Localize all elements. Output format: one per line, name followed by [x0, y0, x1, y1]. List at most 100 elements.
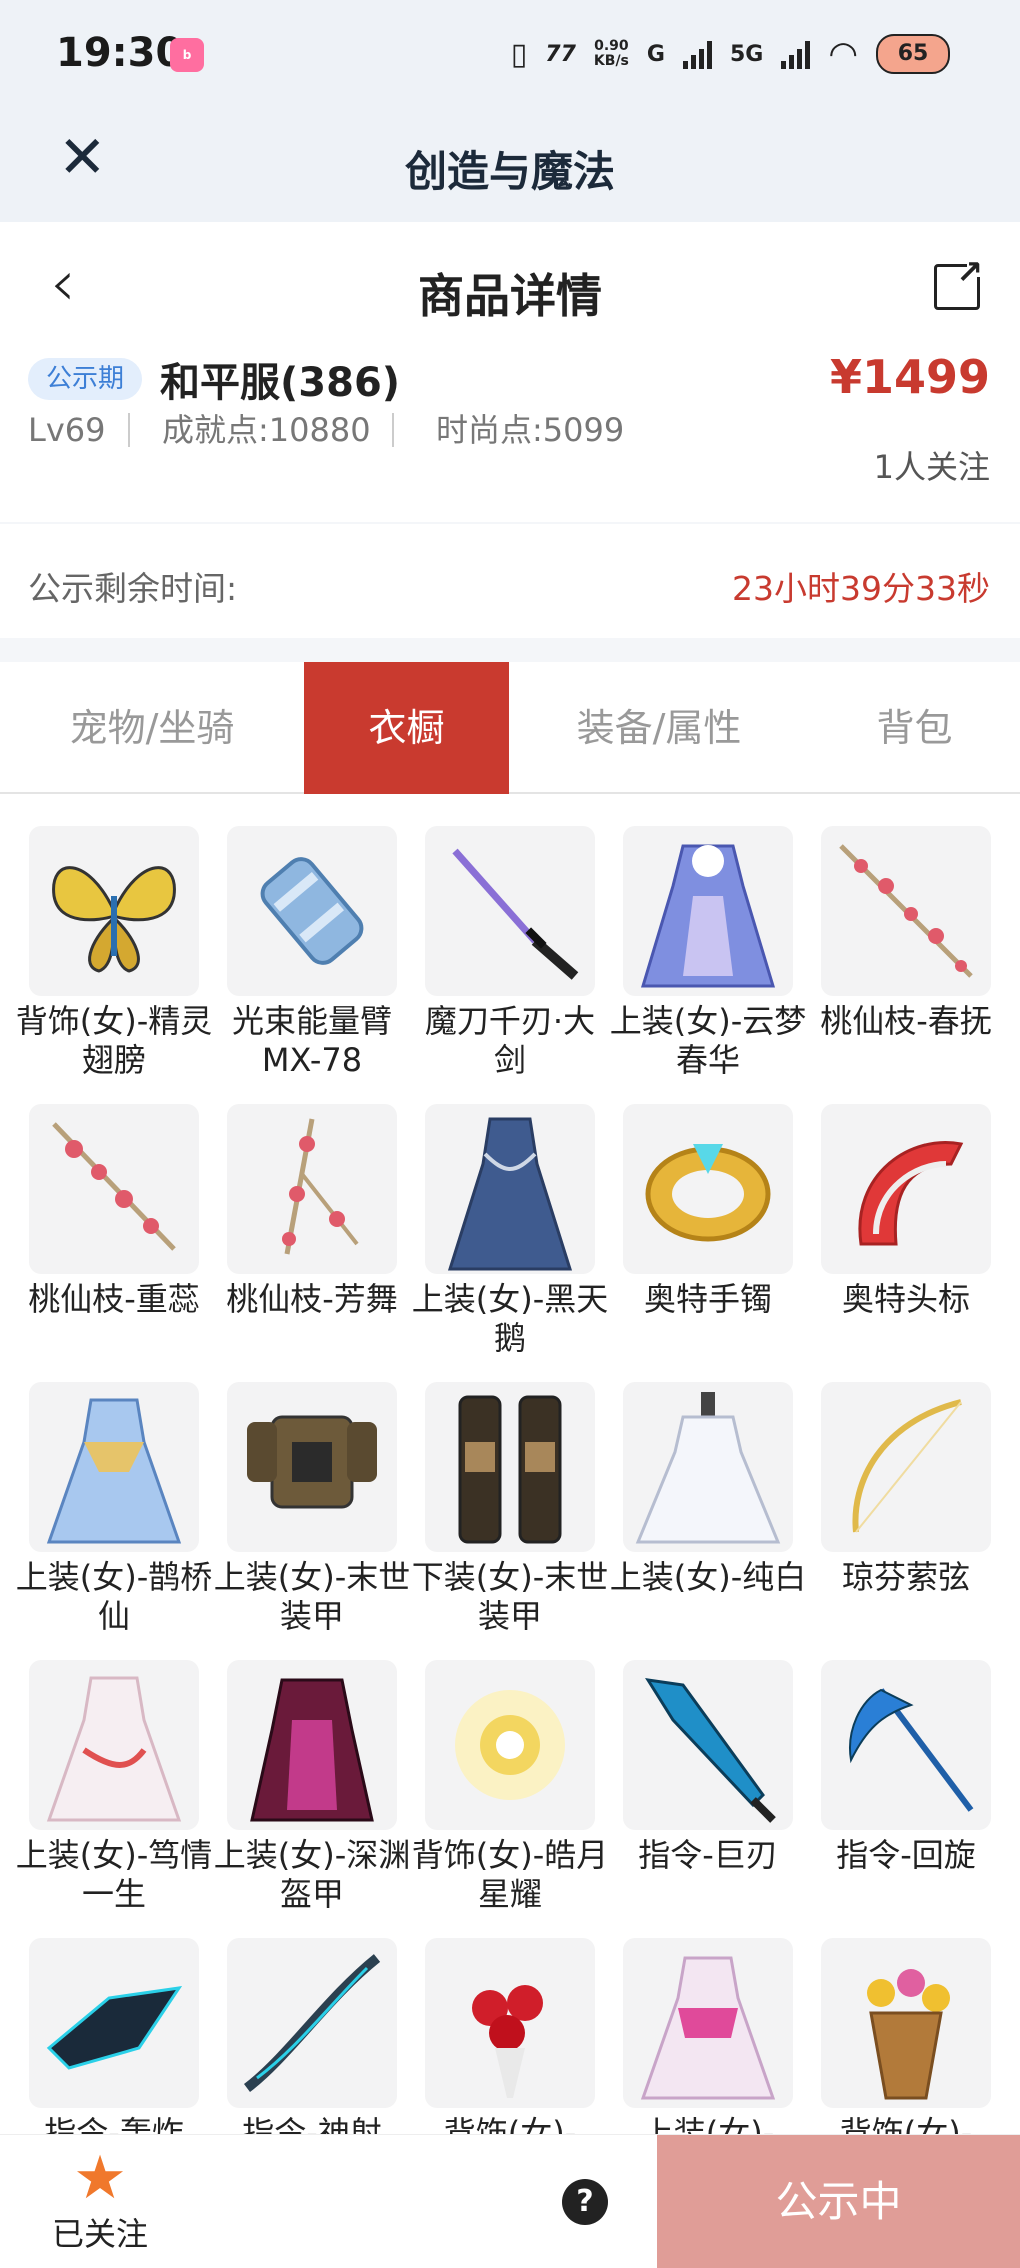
list-item[interactable]: 上装(女)-深渊盔甲 [214, 1660, 410, 1914]
item-name: 上装(女)-鹊桥仙 [15, 1558, 213, 1635]
list-item[interactable]: 上装(女)-云梦春华 [610, 826, 806, 1080]
item-name: 魔刀千刃·大剑 [424, 1002, 596, 1079]
list-item[interactable]: 奥特头标 [821, 1104, 991, 1319]
app-header: ✕ 创造与魔法 [0, 110, 1020, 222]
drone-icon [29, 1938, 199, 2108]
rose-bouquet-icon [425, 1938, 595, 2108]
headpiece-icon [821, 1104, 991, 1274]
list-item[interactable]: 奥特手镯 [623, 1104, 793, 1319]
tab-wardrobe[interactable]: 衣橱 [304, 662, 509, 794]
category-tabs: 宠物/坐骑 衣橱 装备/属性 背包 [0, 662, 1020, 794]
bow-icon [227, 1938, 397, 2108]
divider [392, 413, 394, 447]
list-item[interactable]: 桃仙枝-芳舞 [226, 1104, 398, 1319]
list-item[interactable]: 上装(女)-鹊桥仙 [16, 1382, 212, 1636]
katana-icon [425, 826, 595, 996]
list-item[interactable]: 桃仙枝-春抚 [820, 826, 992, 1041]
item-name: 上装(女)-黑天鹅 [411, 1280, 609, 1357]
bow-icon [821, 1382, 991, 1552]
publicity-button[interactable]: 公示中 [657, 2135, 1020, 2268]
list-item[interactable]: 琼芬萦弦 [821, 1382, 991, 1597]
item-name: 桃仙枝-芳舞 [226, 1280, 398, 1318]
item-name: 背饰(女)- [839, 2114, 973, 2134]
dress-icon [29, 1382, 199, 1552]
countdown-value: 23小时39分33秒 [732, 569, 990, 608]
item-name: 上装(女)-笃情一生 [15, 1836, 213, 1913]
item-name: 背饰(女)-精灵翅膀 [15, 1002, 213, 1079]
list-item[interactable]: 上装(女)-末世装甲 [214, 1382, 410, 1636]
tab-pets-mounts[interactable]: 宠物/坐骑 [0, 662, 304, 794]
list-item[interactable]: 背饰(女)- [821, 1938, 991, 2134]
list-item[interactable]: 背饰(女)-皓月星耀 [412, 1660, 608, 1914]
list-item[interactable]: 上装(女)-黑天鹅 [412, 1104, 608, 1358]
list-item[interactable]: 上装(女)-笃情一生 [16, 1660, 212, 1914]
item-name: 上装(女)-深渊盔甲 [213, 1836, 411, 1913]
item-name: 指令-神射 [242, 2114, 382, 2134]
list-item[interactable]: 上装(女)-纯白 [610, 1382, 806, 1597]
achievement-points: 成就点:10880 [162, 411, 371, 449]
item-name: 琼芬萦弦 [841, 1558, 970, 1596]
share-icon[interactable]: ↗ [934, 253, 987, 310]
nfc-icon: 77 [545, 41, 576, 67]
signal-icon [682, 39, 712, 69]
blade-icon [623, 1660, 793, 1830]
list-item[interactable]: 指令-神射 [227, 1938, 397, 2134]
status-icons: ▯ 77 0.90 KB/s G 5G ◠ 65 [511, 34, 950, 74]
list-item[interactable]: 下装(女)-末世装甲 [412, 1382, 608, 1636]
app-title: 创造与魔法 [404, 147, 615, 196]
item-name: 光束能量臂MX-78 [231, 1002, 392, 1079]
wifi-icon: ◠ [828, 34, 858, 74]
item-name: 奥特手镯 [643, 1280, 772, 1318]
fashion-points: 时尚点:5099 [436, 411, 625, 449]
list-item[interactable]: 上装(女)- [623, 1938, 793, 2134]
item-name: 指令-巨刃 [638, 1836, 778, 1874]
bilibili-icon: b [170, 38, 204, 72]
help-icon[interactable]: ? [562, 2179, 608, 2225]
dress-icon [623, 1938, 793, 2108]
item-name: 指令-回旋 [836, 1836, 976, 1874]
item-name: 桃仙枝-重蕊 [28, 1280, 200, 1318]
wardrobe-grid: 背饰(女)-精灵翅膀 光束能量臂MX-78 魔刀千刃·大剑 上装(女)-云梦春华… [0, 794, 1020, 2134]
item-name: 奥特头标 [841, 1280, 970, 1318]
dress-icon [623, 826, 793, 996]
item-name: 上装(女)-云梦春华 [609, 1002, 807, 1079]
peach-branch-icon [227, 1104, 397, 1274]
list-item[interactable]: 指令-回旋 [821, 1660, 991, 1875]
scythe-icon [821, 1660, 991, 1830]
status-bar: 19:30 b ▯ 77 0.90 KB/s G 5G ◠ 65 [0, 0, 1020, 110]
bracelet-icon [623, 1104, 793, 1274]
network-type-5g: 5G [729, 41, 764, 67]
follower-count: 1人关注 [873, 448, 990, 486]
moon-orb-icon [425, 1660, 595, 1830]
countdown-label: 公示剩余时间: [28, 569, 238, 608]
status-badge: 公示期 [28, 358, 143, 400]
list-item[interactable]: 背饰(女)- [425, 1938, 595, 2134]
item-name: 上装(女)- [641, 2114, 775, 2134]
network-type-g: G [646, 41, 665, 67]
list-item[interactable]: 桃仙枝-重蕊 [28, 1104, 200, 1319]
butterfly-wings-icon [29, 826, 199, 996]
list-item[interactable]: 背饰(女)-精灵翅膀 [16, 826, 212, 1080]
list-item[interactable]: 指令-轰炸 [29, 1938, 199, 2134]
item-name: 指令-轰炸 [44, 2114, 184, 2134]
item-name: 背饰(女)- [443, 2114, 577, 2134]
energy-arm-icon [227, 826, 397, 996]
battery-icon: 65 [876, 34, 950, 74]
flower-basket-icon [821, 1938, 991, 2108]
list-item[interactable]: 魔刀千刃·大剑 [425, 826, 595, 1080]
page-title: 商品详情 [418, 269, 602, 323]
vibrate-icon: ▯ [510, 36, 528, 72]
follow-label: 已关注 [51, 2215, 148, 2253]
list-item[interactable]: 指令-巨刃 [623, 1660, 793, 1875]
tab-backpack[interactable]: 背包 [809, 662, 1020, 794]
price: ¥1499 [829, 350, 990, 404]
list-item[interactable]: 光束能量臂MX-78 [227, 826, 397, 1080]
net-speed: 0.90 KB/s [593, 38, 629, 69]
peach-branch-icon [29, 1104, 199, 1274]
follow-button[interactable]: ★ 已关注 [40, 2143, 160, 2255]
bottom-bar: ★ 已关注 ? 公示中 [0, 2134, 1020, 2268]
tab-equipment[interactable]: 装备/属性 [509, 662, 809, 794]
dress-icon [425, 1104, 595, 1274]
divider [128, 413, 130, 447]
item-name: 背饰(女)-皓月星耀 [411, 1836, 609, 1913]
